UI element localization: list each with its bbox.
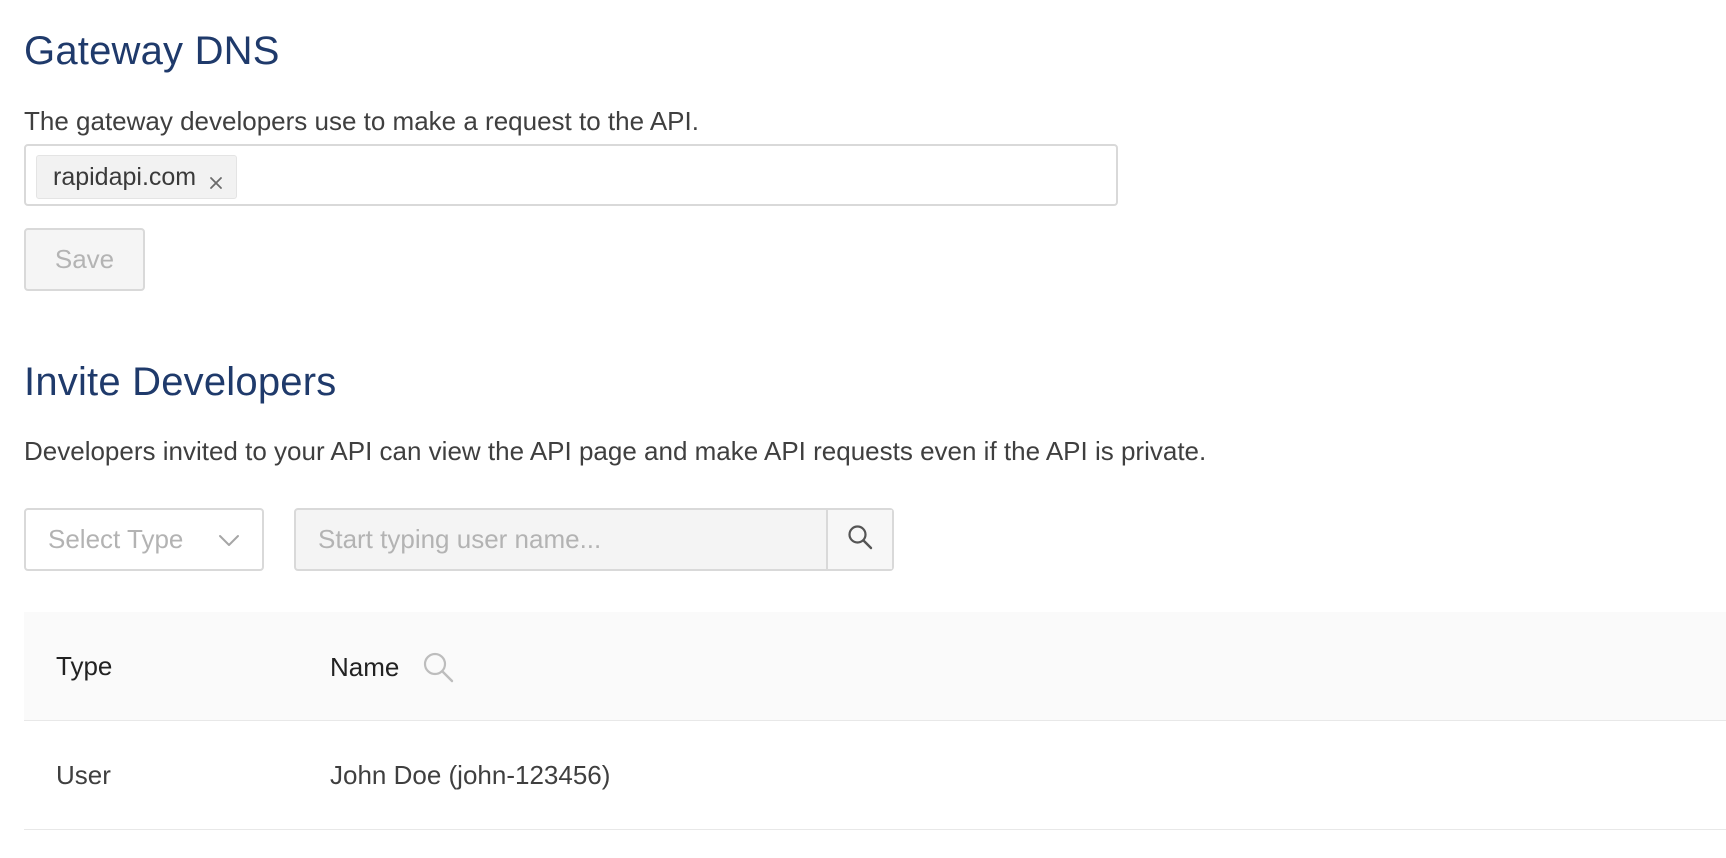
column-header-name: Name <box>330 650 455 684</box>
select-type-placeholder: Select Type <box>48 524 184 554</box>
gateway-dns-title: Gateway DNS <box>24 29 280 73</box>
invite-developers-description: Developers invited to your API can view … <box>24 436 1207 466</box>
invited-developers-table: Type Name User John Doe (john-123456) <box>24 612 1726 830</box>
row-type-cell: User <box>56 760 111 790</box>
invite-developers-title: Invite Developers <box>24 360 337 404</box>
column-header-name-label: Name <box>330 652 400 682</box>
gateway-dns-tag-input[interactable]: rapidapi.com <box>24 144 1118 206</box>
search-icon <box>846 523 874 556</box>
user-search-group <box>294 508 894 571</box>
save-button[interactable]: Save <box>24 228 145 291</box>
invite-settings-page: Gateway DNS The gateway developers use t… <box>0 0 1726 858</box>
column-header-type: Type <box>56 651 113 681</box>
gateway-dns-description: The gateway developers use to make a req… <box>24 106 699 136</box>
gateway-dns-tag-label: rapidapi.com <box>53 162 197 191</box>
search-icon[interactable] <box>421 650 455 684</box>
user-search-input[interactable] <box>296 510 826 569</box>
user-search-button[interactable] <box>826 510 892 569</box>
gateway-dns-tag: rapidapi.com <box>36 155 238 199</box>
table-header: Type Name <box>24 612 1726 721</box>
chevron-down-icon <box>218 532 240 548</box>
table-row: User John Doe (john-123456) <box>24 721 1726 830</box>
select-type-dropdown[interactable]: Select Type <box>24 508 264 571</box>
close-icon[interactable] <box>208 169 224 189</box>
row-name-cell: John Doe (john-123456) <box>330 760 611 790</box>
